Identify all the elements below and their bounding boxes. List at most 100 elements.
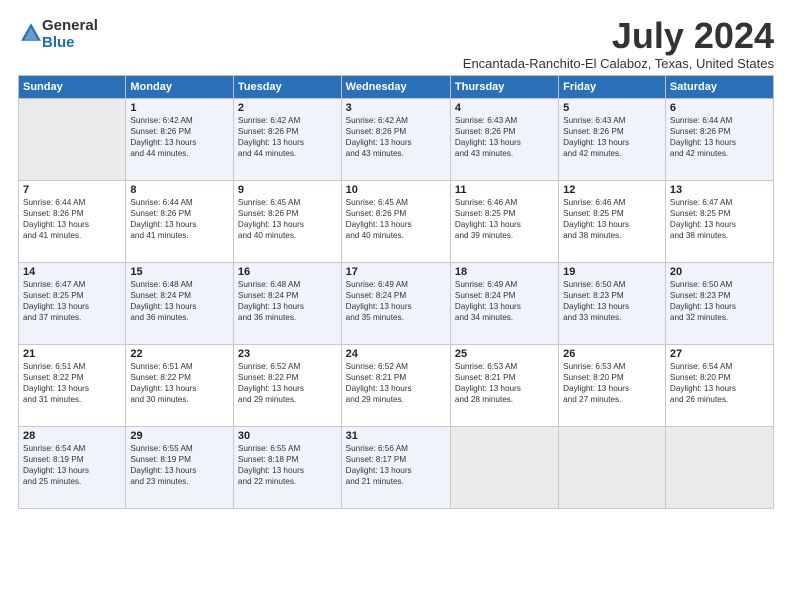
calendar-week-row: 14Sunrise: 6:47 AM Sunset: 8:25 PM Dayli… — [19, 263, 774, 345]
table-row: 15Sunrise: 6:48 AM Sunset: 8:24 PM Dayli… — [126, 263, 234, 345]
day-info: Sunrise: 6:48 AM Sunset: 8:24 PM Dayligh… — [130, 279, 229, 323]
table-row: 29Sunrise: 6:55 AM Sunset: 8:19 PM Dayli… — [126, 427, 234, 509]
day-info: Sunrise: 6:42 AM Sunset: 8:26 PM Dayligh… — [346, 115, 446, 159]
col-monday: Monday — [126, 76, 234, 99]
day-info: Sunrise: 6:50 AM Sunset: 8:23 PM Dayligh… — [563, 279, 661, 323]
table-row — [665, 427, 773, 509]
day-info: Sunrise: 6:53 AM Sunset: 8:20 PM Dayligh… — [563, 361, 661, 405]
table-row: 14Sunrise: 6:47 AM Sunset: 8:25 PM Dayli… — [19, 263, 126, 345]
day-info: Sunrise: 6:56 AM Sunset: 8:17 PM Dayligh… — [346, 443, 446, 487]
day-number: 24 — [346, 348, 446, 360]
day-info: Sunrise: 6:45 AM Sunset: 8:26 PM Dayligh… — [346, 197, 446, 241]
calendar-header-row: Sunday Monday Tuesday Wednesday Thursday… — [19, 76, 774, 99]
day-number: 3 — [346, 102, 446, 114]
day-number: 1 — [130, 102, 229, 114]
day-number: 4 — [455, 102, 554, 114]
location-title: Encantada-Ranchito-El Calaboz, Texas, Un… — [463, 56, 774, 71]
day-number: 26 — [563, 348, 661, 360]
day-info: Sunrise: 6:42 AM Sunset: 8:26 PM Dayligh… — [130, 115, 229, 159]
table-row: 30Sunrise: 6:55 AM Sunset: 8:18 PM Dayli… — [233, 427, 341, 509]
title-block: July 2024 Encantada-Ranchito-El Calaboz,… — [463, 18, 774, 71]
day-info: Sunrise: 6:51 AM Sunset: 8:22 PM Dayligh… — [130, 361, 229, 405]
month-title: July 2024 — [463, 18, 774, 54]
day-number: 10 — [346, 184, 446, 196]
table-row — [450, 427, 558, 509]
day-info: Sunrise: 6:54 AM Sunset: 8:20 PM Dayligh… — [670, 361, 769, 405]
table-row: 31Sunrise: 6:56 AM Sunset: 8:17 PM Dayli… — [341, 427, 450, 509]
table-row: 22Sunrise: 6:51 AM Sunset: 8:22 PM Dayli… — [126, 345, 234, 427]
table-row: 11Sunrise: 6:46 AM Sunset: 8:25 PM Dayli… — [450, 181, 558, 263]
table-row: 20Sunrise: 6:50 AM Sunset: 8:23 PM Dayli… — [665, 263, 773, 345]
table-row: 26Sunrise: 6:53 AM Sunset: 8:20 PM Dayli… — [559, 345, 666, 427]
day-info: Sunrise: 6:42 AM Sunset: 8:26 PM Dayligh… — [238, 115, 337, 159]
day-info: Sunrise: 6:51 AM Sunset: 8:22 PM Dayligh… — [23, 361, 121, 405]
calendar-table: Sunday Monday Tuesday Wednesday Thursday… — [18, 75, 774, 509]
day-number: 19 — [563, 266, 661, 278]
table-row: 10Sunrise: 6:45 AM Sunset: 8:26 PM Dayli… — [341, 181, 450, 263]
logo: General Blue — [18, 18, 98, 51]
day-number: 27 — [670, 348, 769, 360]
table-row: 17Sunrise: 6:49 AM Sunset: 8:24 PM Dayli… — [341, 263, 450, 345]
day-number: 13 — [670, 184, 769, 196]
day-info: Sunrise: 6:44 AM Sunset: 8:26 PM Dayligh… — [23, 197, 121, 241]
calendar-week-row: 28Sunrise: 6:54 AM Sunset: 8:19 PM Dayli… — [19, 427, 774, 509]
day-number: 28 — [23, 430, 121, 442]
day-info: Sunrise: 6:45 AM Sunset: 8:26 PM Dayligh… — [238, 197, 337, 241]
table-row: 25Sunrise: 6:53 AM Sunset: 8:21 PM Dayli… — [450, 345, 558, 427]
calendar-week-row: 7Sunrise: 6:44 AM Sunset: 8:26 PM Daylig… — [19, 181, 774, 263]
table-row: 21Sunrise: 6:51 AM Sunset: 8:22 PM Dayli… — [19, 345, 126, 427]
day-info: Sunrise: 6:47 AM Sunset: 8:25 PM Dayligh… — [670, 197, 769, 241]
day-number: 7 — [23, 184, 121, 196]
day-number: 16 — [238, 266, 337, 278]
day-number: 23 — [238, 348, 337, 360]
day-info: Sunrise: 6:44 AM Sunset: 8:26 PM Dayligh… — [130, 197, 229, 241]
day-number: 14 — [23, 266, 121, 278]
day-info: Sunrise: 6:55 AM Sunset: 8:18 PM Dayligh… — [238, 443, 337, 487]
day-info: Sunrise: 6:48 AM Sunset: 8:24 PM Dayligh… — [238, 279, 337, 323]
col-saturday: Saturday — [665, 76, 773, 99]
day-number: 18 — [455, 266, 554, 278]
day-number: 22 — [130, 348, 229, 360]
day-info: Sunrise: 6:50 AM Sunset: 8:23 PM Dayligh… — [670, 279, 769, 323]
table-row: 4Sunrise: 6:43 AM Sunset: 8:26 PM Daylig… — [450, 99, 558, 181]
col-tuesday: Tuesday — [233, 76, 341, 99]
table-row: 7Sunrise: 6:44 AM Sunset: 8:26 PM Daylig… — [19, 181, 126, 263]
table-row: 18Sunrise: 6:49 AM Sunset: 8:24 PM Dayli… — [450, 263, 558, 345]
day-number: 2 — [238, 102, 337, 114]
day-number: 25 — [455, 348, 554, 360]
day-number: 17 — [346, 266, 446, 278]
day-number: 12 — [563, 184, 661, 196]
day-info: Sunrise: 6:52 AM Sunset: 8:22 PM Dayligh… — [238, 361, 337, 405]
calendar-week-row: 21Sunrise: 6:51 AM Sunset: 8:22 PM Dayli… — [19, 345, 774, 427]
day-number: 21 — [23, 348, 121, 360]
day-info: Sunrise: 6:46 AM Sunset: 8:25 PM Dayligh… — [563, 197, 661, 241]
day-info: Sunrise: 6:54 AM Sunset: 8:19 PM Dayligh… — [23, 443, 121, 487]
day-info: Sunrise: 6:43 AM Sunset: 8:26 PM Dayligh… — [563, 115, 661, 159]
day-number: 20 — [670, 266, 769, 278]
day-info: Sunrise: 6:55 AM Sunset: 8:19 PM Dayligh… — [130, 443, 229, 487]
col-wednesday: Wednesday — [341, 76, 450, 99]
calendar-week-row: 1Sunrise: 6:42 AM Sunset: 8:26 PM Daylig… — [19, 99, 774, 181]
table-row: 12Sunrise: 6:46 AM Sunset: 8:25 PM Dayli… — [559, 181, 666, 263]
logo-blue: Blue — [42, 34, 75, 51]
table-row: 16Sunrise: 6:48 AM Sunset: 8:24 PM Dayli… — [233, 263, 341, 345]
table-row: 28Sunrise: 6:54 AM Sunset: 8:19 PM Dayli… — [19, 427, 126, 509]
day-number: 29 — [130, 430, 229, 442]
table-row: 8Sunrise: 6:44 AM Sunset: 8:26 PM Daylig… — [126, 181, 234, 263]
table-row: 5Sunrise: 6:43 AM Sunset: 8:26 PM Daylig… — [559, 99, 666, 181]
page-header: General Blue July 2024 Encantada-Ranchit… — [18, 18, 774, 71]
table-row: 23Sunrise: 6:52 AM Sunset: 8:22 PM Dayli… — [233, 345, 341, 427]
table-row — [19, 99, 126, 181]
logo-text: General Blue — [42, 18, 98, 51]
day-number: 5 — [563, 102, 661, 114]
day-info: Sunrise: 6:53 AM Sunset: 8:21 PM Dayligh… — [455, 361, 554, 405]
day-info: Sunrise: 6:49 AM Sunset: 8:24 PM Dayligh… — [455, 279, 554, 323]
table-row: 2Sunrise: 6:42 AM Sunset: 8:26 PM Daylig… — [233, 99, 341, 181]
day-info: Sunrise: 6:49 AM Sunset: 8:24 PM Dayligh… — [346, 279, 446, 323]
table-row: 13Sunrise: 6:47 AM Sunset: 8:25 PM Dayli… — [665, 181, 773, 263]
table-row: 24Sunrise: 6:52 AM Sunset: 8:21 PM Dayli… — [341, 345, 450, 427]
table-row: 1Sunrise: 6:42 AM Sunset: 8:26 PM Daylig… — [126, 99, 234, 181]
table-row: 9Sunrise: 6:45 AM Sunset: 8:26 PM Daylig… — [233, 181, 341, 263]
day-info: Sunrise: 6:43 AM Sunset: 8:26 PM Dayligh… — [455, 115, 554, 159]
day-info: Sunrise: 6:52 AM Sunset: 8:21 PM Dayligh… — [346, 361, 446, 405]
